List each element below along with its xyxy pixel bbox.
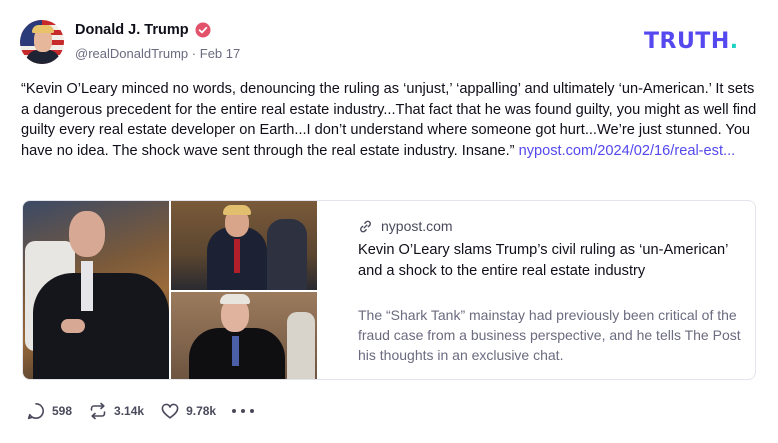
author-avatar[interactable]: [20, 20, 64, 64]
retruth-count: 3.14k: [114, 404, 145, 418]
image-head: [69, 211, 105, 257]
reply-button[interactable]: 598: [26, 401, 72, 421]
post-actions: 598 3.14k 9.78k: [26, 401, 270, 421]
card-title[interactable]: Kevin O’Leary slams Trump’s civil ruling…: [358, 240, 743, 281]
retruth-icon: [90, 402, 106, 420]
truth-social-logo[interactable]: TRUTH.: [644, 31, 739, 53]
logo-text: TRUTH: [644, 29, 730, 54]
image-hair: [220, 294, 250, 304]
card-source: nypost.com: [358, 218, 453, 234]
like-button[interactable]: 9.78k: [160, 401, 216, 421]
image-side-figure: [287, 312, 315, 379]
retruth-button[interactable]: 3.14k: [88, 401, 144, 421]
image-hair: [223, 205, 251, 215]
avatar-hair: [32, 25, 54, 33]
link-preview-card[interactable]: nypost.com Kevin O’Leary slams Trump’s c…: [22, 200, 756, 380]
image-hand: [61, 319, 85, 333]
heart-icon: [161, 403, 179, 419]
post-date[interactable]: Feb 17: [200, 46, 240, 61]
card-description: The “Shark Tank” mainstay had previously…: [358, 307, 741, 363]
card-domain: nypost.com: [381, 218, 453, 234]
author-meta: @realDonaldTrump · Feb 17: [75, 46, 240, 61]
image-tie: [232, 336, 239, 366]
logo-dot: .: [729, 29, 739, 54]
more-options-button[interactable]: [232, 401, 255, 421]
more-icon: [232, 401, 255, 421]
author-name-row: Donald J. Trump: [75, 22, 211, 38]
truth-post: Donald J. Trump @realDonaldTrump · Feb 1…: [0, 0, 778, 443]
post-body: “Kevin O’Leary minced no words, denounci…: [21, 79, 761, 161]
avatar-suit: [26, 50, 60, 64]
reply-icon: [27, 403, 44, 420]
link-icon: [358, 219, 373, 234]
author-handle[interactable]: @realDonaldTrump: [75, 46, 188, 61]
card-image-judge: [171, 292, 317, 379]
reply-count: 598: [52, 404, 73, 418]
verified-badge-icon: [195, 22, 211, 38]
card-image-courtroom: [171, 201, 317, 290]
image-shirt: [81, 261, 93, 311]
like-count: 9.78k: [186, 404, 217, 418]
post-link[interactable]: nypost.com/2024/02/16/real-est...: [519, 143, 736, 159]
image-background-person: [267, 219, 307, 290]
card-image-oleary: [23, 201, 169, 379]
image-suit: [33, 273, 169, 379]
author-display-name[interactable]: Donald J. Trump: [75, 22, 189, 38]
meta-separator: ·: [191, 46, 197, 61]
image-tie: [234, 239, 240, 273]
card-image-collage: [23, 201, 317, 379]
